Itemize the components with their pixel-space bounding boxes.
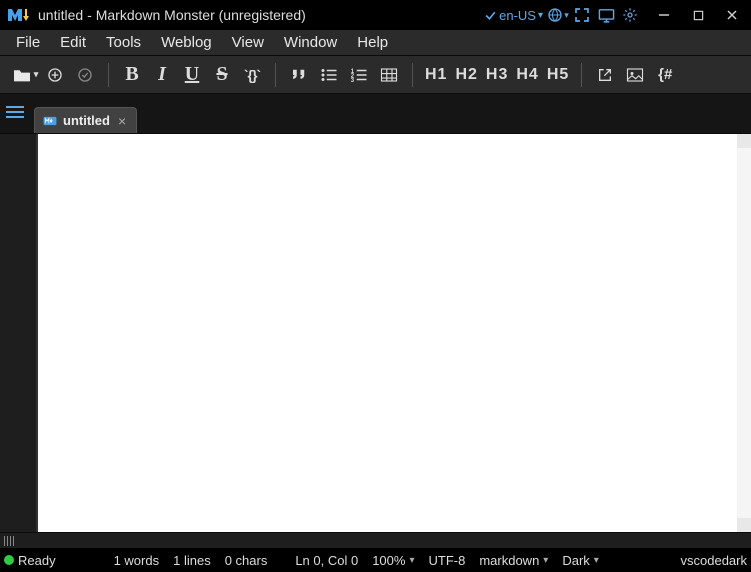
code-block-button[interactable]: {# <box>650 60 680 90</box>
tab-title: untitled <box>63 113 110 128</box>
svg-text:3: 3 <box>351 77 355 82</box>
open-file-button[interactable]: ▾ <box>10 60 40 90</box>
image-button[interactable] <box>620 60 650 90</box>
main-area <box>0 134 751 532</box>
menu-edit[interactable]: Edit <box>50 32 96 53</box>
titlebar-tools: en-US ▾ ▾ <box>484 6 639 24</box>
scrollbar-track[interactable] <box>737 148 751 518</box>
menu-file[interactable]: File <box>6 32 50 53</box>
tabstrip: untitled × <box>0 94 751 134</box>
status-word-count: 1 words <box>114 553 160 568</box>
menu-weblog[interactable]: Weblog <box>151 32 222 53</box>
spellcheck-language-button[interactable]: en-US ▾ <box>484 8 543 23</box>
maximize-button[interactable] <box>681 1 715 29</box>
tab-close-button[interactable]: × <box>116 113 128 129</box>
toolbar-separator <box>275 63 276 87</box>
fullscreen-icon[interactable] <box>573 6 591 24</box>
close-button[interactable] <box>715 1 749 29</box>
code-braces-button[interactable]: `{}` <box>237 60 267 90</box>
quote-button[interactable] <box>284 60 314 90</box>
italic-button[interactable]: I <box>147 60 177 90</box>
window-title-appname: - Markdown Monster (unregistered) <box>87 7 306 23</box>
ordered-list-button[interactable]: 123 <box>344 60 374 90</box>
app-logo <box>6 3 30 27</box>
left-gutter <box>0 134 36 532</box>
status-cursor-position: Ln 0, Col 0 <box>295 553 358 568</box>
bold-button[interactable]: B <box>117 60 147 90</box>
h5-button[interactable]: H5 <box>543 60 573 90</box>
menubar: File Edit Tools Weblog View Window Help <box>0 30 751 56</box>
minimize-button[interactable] <box>647 1 681 29</box>
status-zoom-dropdown[interactable]: 100%▾ <box>372 553 414 568</box>
status-syntax-dropdown[interactable]: markdown▾ <box>479 553 548 568</box>
strikethrough-button[interactable]: S <box>207 60 237 90</box>
sidebar-toggle-button[interactable] <box>6 101 24 123</box>
h1-button[interactable]: H1 <box>421 60 451 90</box>
unordered-list-button[interactable] <box>314 60 344 90</box>
status-theme-dropdown[interactable]: Dark▾ <box>562 553 598 568</box>
preview-monitor-icon[interactable] <box>597 6 615 24</box>
status-char-count: 0 chars <box>225 553 268 568</box>
menu-view[interactable]: View <box>222 32 274 53</box>
underline-button[interactable]: U <box>177 60 207 90</box>
status-indicator-dot <box>4 555 14 565</box>
statusbar: Ready 1 words 1 lines 0 chars Ln 0, Col … <box>0 548 751 572</box>
h3-button[interactable]: H3 <box>482 60 512 90</box>
save-button[interactable] <box>70 60 100 90</box>
settings-gear-icon[interactable] <box>621 6 639 24</box>
menu-help[interactable]: Help <box>347 32 398 53</box>
table-button[interactable] <box>374 60 404 90</box>
h2-button[interactable]: H2 <box>451 60 481 90</box>
menu-window[interactable]: Window <box>274 32 347 53</box>
splitter-handle[interactable] <box>4 536 14 546</box>
toolbar: ▾ B I U S `{}` 123 H1 H2 H3 H4 H5 {# <box>0 56 751 94</box>
toolbar-separator <box>581 63 582 87</box>
status-editor-theme[interactable]: vscodedark <box>681 553 747 568</box>
status-line-count: 1 lines <box>173 553 211 568</box>
titlebar: untitled - Markdown Monster (unregistere… <box>0 0 751 30</box>
markdown-file-icon <box>43 114 57 128</box>
document-tab[interactable]: untitled × <box>34 107 137 133</box>
scrollbar-up-button[interactable] <box>737 134 751 148</box>
h4-button[interactable]: H4 <box>512 60 542 90</box>
window-title-docname: untitled <box>38 7 83 23</box>
editor-canvas[interactable] <box>36 134 737 532</box>
toolbar-separator <box>108 63 109 87</box>
globe-icon[interactable]: ▾ <box>549 6 567 24</box>
menu-tools[interactable]: Tools <box>96 32 151 53</box>
toolbar-separator <box>412 63 413 87</box>
external-link-button[interactable] <box>590 60 620 90</box>
vertical-scrollbar[interactable] <box>737 134 751 532</box>
status-ready: Ready <box>4 553 56 568</box>
splitter-bar <box>0 532 751 548</box>
scrollbar-down-button[interactable] <box>737 518 751 532</box>
new-file-button[interactable] <box>40 60 70 90</box>
status-encoding[interactable]: UTF-8 <box>428 553 465 568</box>
